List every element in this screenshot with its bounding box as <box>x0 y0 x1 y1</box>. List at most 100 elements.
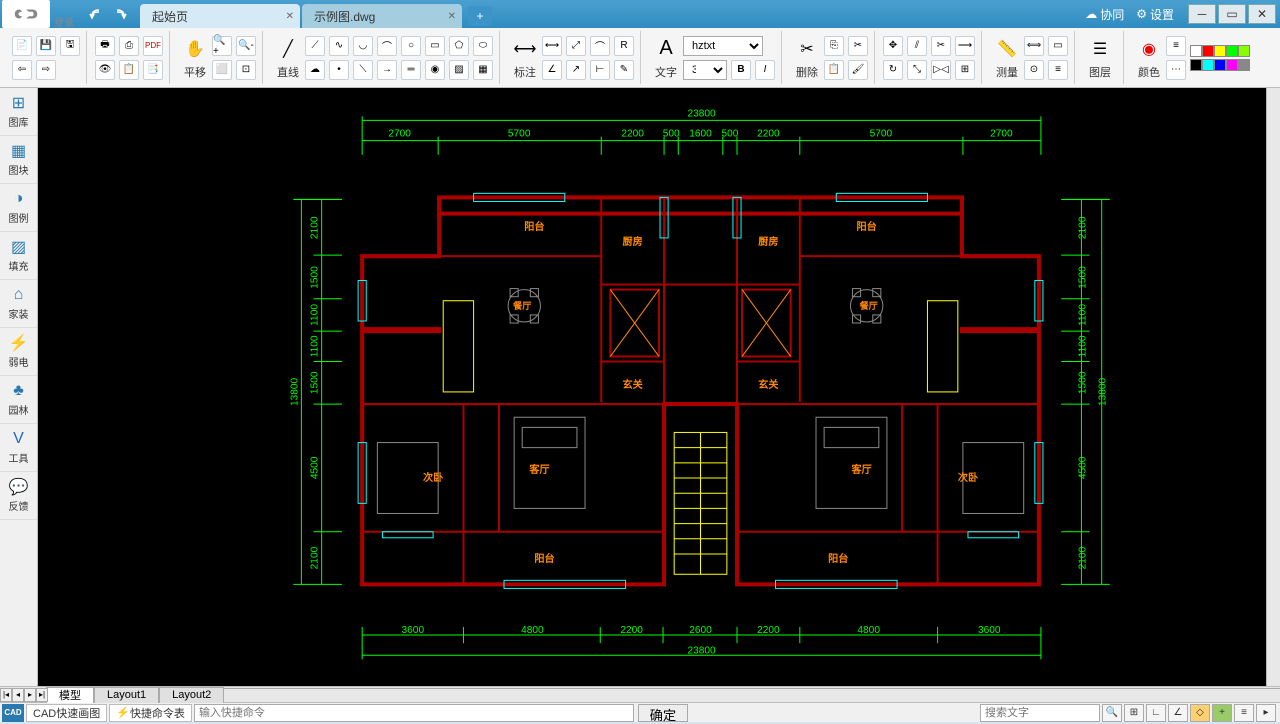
italic-button[interactable]: I <box>755 60 775 80</box>
array-button[interactable]: ⊞ <box>955 60 975 80</box>
search-button[interactable]: 🔍 <box>1102 704 1122 722</box>
pan-button[interactable]: ✋平移 <box>178 34 212 82</box>
tab-nav-next[interactable]: ▸ <box>24 688 36 702</box>
legend-button[interactable]: ◑图例 <box>0 184 37 232</box>
import-button[interactable]: ⇦ <box>12 60 32 80</box>
dimension-button[interactable]: ⟷标注 <box>508 34 542 82</box>
dim-linear-button[interactable]: ⟷ <box>542 36 562 56</box>
block-button[interactable]: ▦图块 <box>0 136 37 184</box>
scale-button[interactable]: ⤡ <box>907 60 927 80</box>
snap-grid-button[interactable]: ⊞ <box>1124 704 1144 722</box>
spline-button[interactable]: ∿ <box>329 36 349 56</box>
close-icon[interactable]: ✕ <box>286 11 294 22</box>
delete-button[interactable]: ✂删除 <box>790 34 824 82</box>
garden-button[interactable]: ♣园林 <box>0 376 37 424</box>
cut-button[interactable]: ✂ <box>848 36 868 56</box>
drawing-canvas[interactable]: 23800 2700 5700 2200 500 1600 500 2200 5… <box>38 88 1280 686</box>
crosshair-button[interactable]: + <box>1212 704 1232 722</box>
offset-button[interactable]: ⫽ <box>907 36 927 56</box>
saveas-button[interactable]: 🖫 <box>60 36 80 56</box>
settings-link[interactable]: ⚙ 设置 <box>1136 6 1174 23</box>
color-red[interactable] <box>1202 45 1214 57</box>
arc3-button[interactable]: ⌒ <box>377 36 397 56</box>
color-black[interactable] <box>1190 59 1202 71</box>
color-gray[interactable] <box>1238 59 1250 71</box>
text-button[interactable]: A文字 <box>649 34 683 82</box>
tab-nav-prev[interactable]: ◂ <box>12 688 24 702</box>
bold-button[interactable]: B <box>731 60 751 80</box>
polyline-button[interactable]: ⟋ <box>305 36 325 56</box>
dim-angle-button[interactable]: ∠ <box>542 60 562 80</box>
login-label[interactable]: 登录 <box>54 14 74 29</box>
color-lime[interactable] <box>1238 45 1250 57</box>
ellipse-button[interactable]: ⬭ <box>473 36 493 56</box>
linetype-button[interactable]: ⋯ <box>1166 60 1186 80</box>
color-magenta[interactable] <box>1226 59 1238 71</box>
tab-layout1[interactable]: Layout1 <box>94 687 159 703</box>
home-decor-button[interactable]: ⌂家装 <box>0 280 37 328</box>
close-button[interactable]: ✕ <box>1248 4 1276 24</box>
region-button[interactable]: ▦ <box>473 60 493 80</box>
layer-button[interactable]: ☰图层 <box>1083 34 1117 82</box>
command-input[interactable] <box>194 704 634 722</box>
rect-button[interactable]: ▭ <box>425 36 445 56</box>
collab-link[interactable]: ☁ 协同 <box>1085 6 1124 23</box>
tab-start-page[interactable]: 起始页✕ <box>140 4 300 28</box>
arc-button[interactable]: ◡ <box>353 36 373 56</box>
donut-button[interactable]: ◉ <box>425 60 445 80</box>
circle-button[interactable]: ○ <box>401 36 421 56</box>
redo-button[interactable] <box>108 3 132 25</box>
confirm-button[interactable]: 确定 <box>638 704 688 722</box>
page-button[interactable]: 📋 <box>119 60 139 80</box>
point-button[interactable]: • <box>329 60 349 80</box>
font-style-select[interactable]: hztxt <box>683 36 763 56</box>
tab-model[interactable]: 模型 <box>46 687 94 703</box>
mirror-button[interactable]: ▷◁ <box>931 60 951 80</box>
maximize-button[interactable]: ▭ <box>1218 4 1246 24</box>
zoom-window-button[interactable]: ⬜ <box>212 60 232 80</box>
snap-angle-button[interactable]: ∠ <box>1168 704 1188 722</box>
paste-button[interactable]: 📋 <box>824 60 844 80</box>
color-button[interactable]: ◉颜色 <box>1132 34 1166 82</box>
ortho-button[interactable]: ∟ <box>1146 704 1166 722</box>
wipeout-button[interactable]: ▨ <box>449 60 469 80</box>
leader-button[interactable]: ↗ <box>566 60 586 80</box>
tab-nav-first[interactable]: |◂ <box>0 688 12 702</box>
export-button[interactable]: ⇨ <box>36 60 56 80</box>
list-button[interactable]: ≡ <box>1048 60 1068 80</box>
dim-align-button[interactable]: ⤢ <box>566 36 586 56</box>
tab-nav-last[interactable]: ▸| <box>36 688 48 702</box>
dim-cont-button[interactable]: ⊢ <box>590 60 610 80</box>
library-button[interactable]: ⊞图库 <box>0 88 37 136</box>
rotate-button[interactable]: ↻ <box>883 60 903 80</box>
copy-button[interactable]: ⎘ <box>824 36 844 56</box>
color-cyan[interactable] <box>1202 59 1214 71</box>
batch-button[interactable]: 📑 <box>143 60 163 80</box>
print-button[interactable]: 🖶 <box>95 36 115 56</box>
id-button[interactable]: ⊙ <box>1024 60 1044 80</box>
extend-button[interactable]: ⟶ <box>955 36 975 56</box>
hatch-button[interactable]: ▨填充 <box>0 232 37 280</box>
color-green[interactable] <box>1226 45 1238 57</box>
polygon-button[interactable]: ⬠ <box>449 36 469 56</box>
dist-button[interactable]: ⟺ <box>1024 36 1044 56</box>
undo-button[interactable] <box>84 3 108 25</box>
save-button[interactable]: 💾 <box>36 36 56 56</box>
dim-edit-button[interactable]: ✎ <box>614 60 634 80</box>
tab-example-dwg[interactable]: 示例图.dwg✕ <box>302 4 462 28</box>
feedback-button[interactable]: 💬反馈 <box>0 472 37 520</box>
trim-button[interactable]: ✂ <box>931 36 951 56</box>
zoom-extents-button[interactable]: ⊡ <box>236 60 256 80</box>
zoom-out-button[interactable]: 🔍- <box>236 36 256 56</box>
line-button[interactable]: ╱直线 <box>271 34 305 82</box>
color-white[interactable] <box>1190 45 1202 57</box>
tools-button[interactable]: V工具 <box>0 424 37 472</box>
add-tab-button[interactable]: + <box>468 6 492 26</box>
tab-layout2[interactable]: Layout2 <box>159 687 224 703</box>
measure-button[interactable]: 📏测量 <box>990 34 1024 82</box>
color-blue[interactable] <box>1214 59 1226 71</box>
bylayer-button[interactable]: ≡ <box>1166 36 1186 56</box>
minimize-button[interactable]: ─ <box>1188 4 1216 24</box>
plot-button[interactable]: ⎙ <box>119 36 139 56</box>
brush-button[interactable]: 🖌 <box>848 60 868 80</box>
